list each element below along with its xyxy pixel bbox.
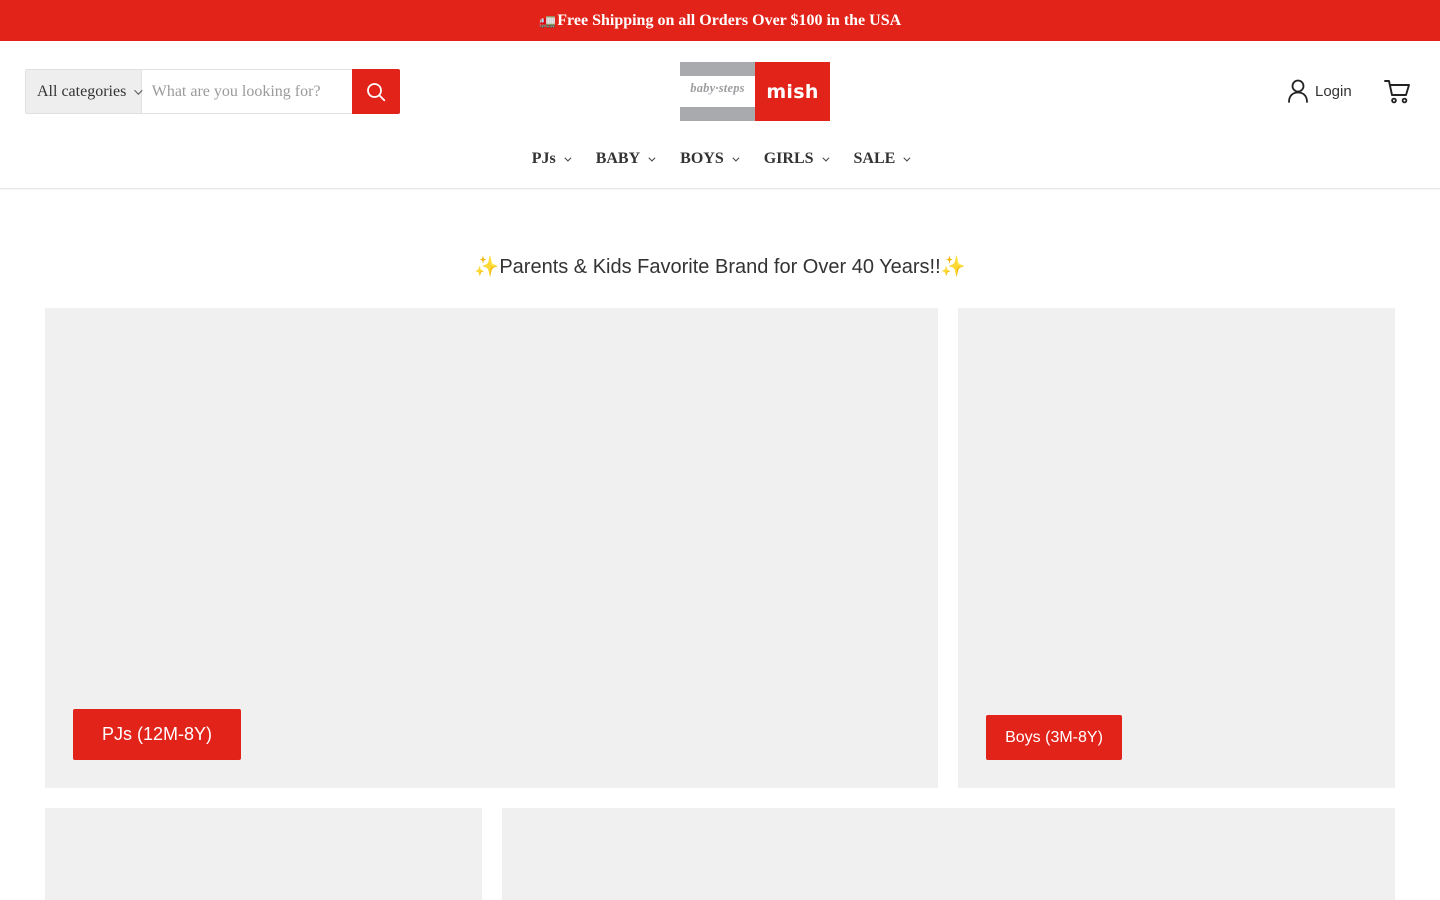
tagline-text: Parents & Kids Favorite Brand for Over 4… xyxy=(499,256,941,278)
search-button[interactable] xyxy=(351,69,400,114)
page-tagline: ✨Parents & Kids Favorite Brand for Over … xyxy=(0,254,1440,279)
search-icon xyxy=(366,82,386,101)
truck-icon: 🚛 xyxy=(538,12,557,29)
chevron-down-icon xyxy=(648,154,656,162)
site-logo[interactable]: baby·steps mish xyxy=(680,62,830,121)
login-link[interactable]: Login xyxy=(1287,79,1352,103)
user-icon xyxy=(1288,79,1308,103)
nav-item-label: PJs xyxy=(531,150,556,167)
collection-tile[interactable] xyxy=(502,808,1395,900)
sparkles-icon: ✨ xyxy=(940,254,966,278)
chevron-down-icon xyxy=(821,154,829,162)
search-form: All categories xyxy=(25,69,400,114)
sparkles-icon: ✨ xyxy=(474,254,500,278)
chevron-down-icon xyxy=(903,154,911,162)
nav-item-pjs[interactable]: PJs xyxy=(531,150,572,168)
nav-item-boys[interactable]: BOYS xyxy=(680,150,740,168)
nav-item-label: SALE xyxy=(853,150,896,167)
chevron-down-icon xyxy=(564,154,572,162)
collection-tile[interactable] xyxy=(45,808,482,900)
pjs-collection-button[interactable]: PJs (12M-8Y) xyxy=(73,709,241,760)
category-select-label: All categories xyxy=(37,82,127,100)
nav-item-sale[interactable]: SALE xyxy=(853,150,911,168)
logo-baby-steps: baby·steps xyxy=(680,62,755,121)
site-header: All categories baby·steps mish Login xyxy=(0,41,1440,189)
login-label: Login xyxy=(1315,82,1352,100)
announcement-bar: 🚛 Free Shipping on all Orders Over $100 … xyxy=(0,0,1440,41)
search-input[interactable] xyxy=(141,70,352,113)
boys-collection-button[interactable]: Boys (3M-8Y) xyxy=(986,715,1122,760)
logo-left-text: baby·steps xyxy=(690,81,745,95)
logo-mish: mish xyxy=(755,62,830,121)
category-select[interactable]: All categories xyxy=(26,70,143,113)
main-nav: PJs BABY BOYS GIRLS SALE xyxy=(0,150,1440,168)
nav-item-label: GIRLS xyxy=(763,150,814,167)
nav-item-label: BOYS xyxy=(680,150,724,167)
cart-icon xyxy=(1384,80,1410,104)
cart-button[interactable] xyxy=(1383,77,1411,110)
nav-item-girls[interactable]: GIRLS xyxy=(763,150,829,168)
announcement-text: Free Shipping on all Orders Over $100 in… xyxy=(557,11,902,29)
nav-item-baby[interactable]: BABY xyxy=(595,150,656,168)
collection-tile-pjs[interactable]: PJs (12M-8Y) xyxy=(45,308,938,788)
chevron-down-icon xyxy=(732,154,740,162)
collection-tile-boys[interactable]: Boys (3M-8Y) xyxy=(958,308,1395,788)
nav-item-label: BABY xyxy=(595,150,641,167)
